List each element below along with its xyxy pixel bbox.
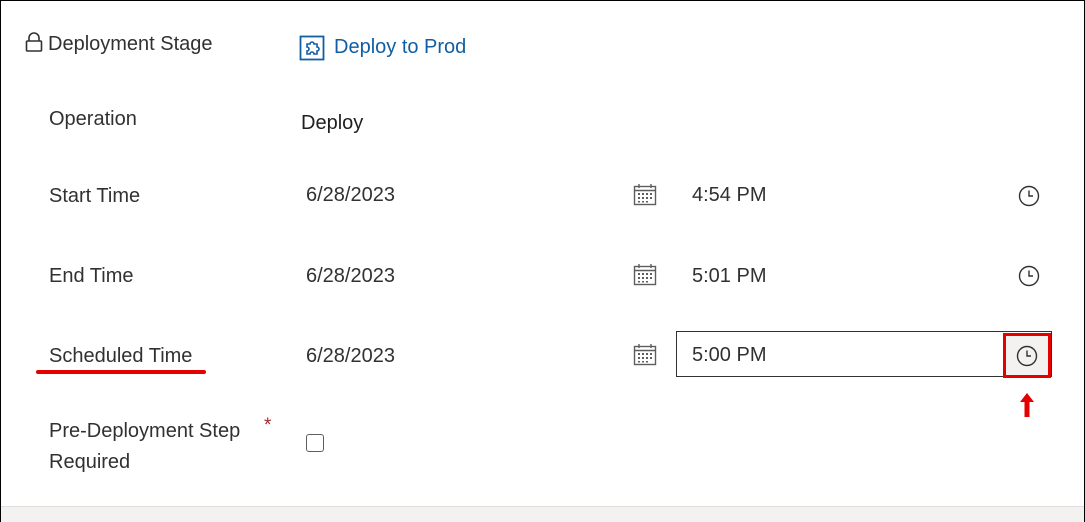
scheduled-time-input[interactable]: 5:00 PM [676,331,1052,377]
calendar-icon[interactable] [632,342,658,368]
deployment-stage-label: Deployment Stage [48,33,213,55]
annotation-arrow-icon [1018,391,1036,419]
pre-deployment-step-label: Pre-Deployment Step Required [49,416,240,478]
clock-icon[interactable] [1017,184,1041,208]
required-indicator: * [264,415,272,436]
start-date-value[interactable]: 6/28/2023 [306,184,395,207]
start-time-label: Start Time [49,185,141,207]
end-time-label: End Time [49,265,134,287]
lock-icon [24,31,44,55]
operation-label: Operation [49,108,137,130]
pre-deployment-step-label-line2: Required [49,451,131,473]
deployment-stage-link[interactable]: Deploy to Prod [334,36,466,59]
start-time-value[interactable]: 4:54 PM [692,184,766,207]
end-date-value[interactable]: 6/28/2023 [306,265,395,288]
pre-deployment-step-label-line1: Pre-Deployment Step [49,420,241,442]
scheduled-time-value[interactable]: 5:00 PM [692,344,766,367]
scheduled-time-picker-button[interactable] [1003,333,1051,378]
clock-icon [1016,345,1038,367]
entity-icon [299,35,325,61]
calendar-icon[interactable] [632,182,658,208]
bottom-divider [1,506,1084,522]
annotation-underline [36,370,206,374]
end-time-value[interactable]: 5:01 PM [692,265,766,288]
scheduled-date-value[interactable]: 6/28/2023 [306,345,395,368]
calendar-icon[interactable] [632,262,658,288]
operation-value: Deploy [301,112,364,134]
scheduled-time-label: Scheduled Time [49,345,193,367]
pre-deployment-step-checkbox[interactable] [306,434,324,452]
clock-icon[interactable] [1017,264,1041,288]
